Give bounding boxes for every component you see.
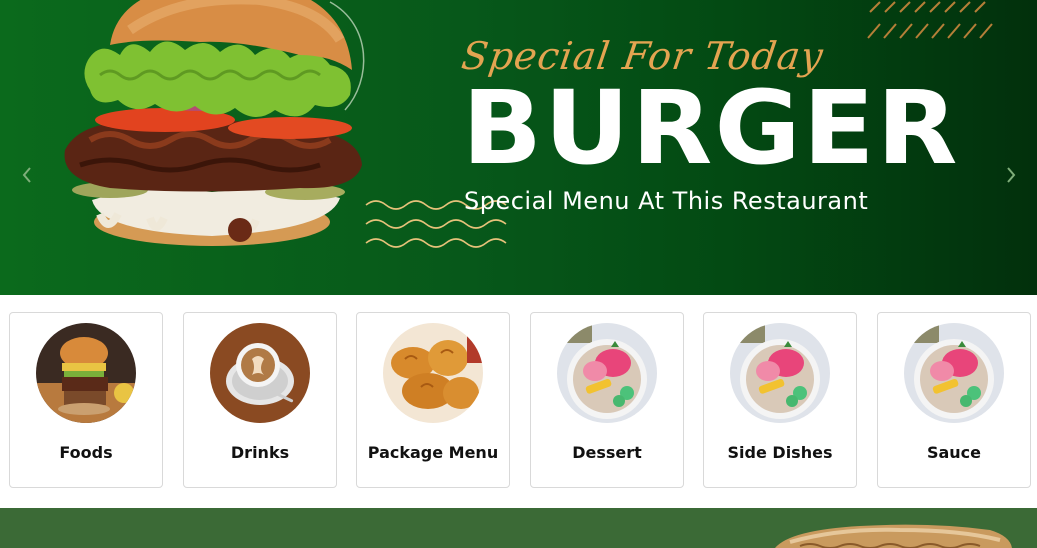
chevron-right-icon (1007, 167, 1016, 183)
hero-subtitle: Special Menu At This Restaurant (464, 187, 869, 215)
decorative-lines (867, 1, 993, 39)
category-label: Drinks (230, 443, 290, 462)
dessert-bowl-photo (904, 323, 1004, 423)
category-card-dessert[interactable]: Dessert (530, 312, 684, 488)
category-label: Foods (59, 443, 113, 462)
carousel-next-button[interactable] (998, 162, 1024, 188)
category-card-sauce[interactable]: Sauce (877, 312, 1031, 488)
category-card-drinks[interactable]: Drinks (183, 312, 337, 488)
carousel-prev-button[interactable] (14, 162, 40, 188)
promo-band (0, 508, 1037, 548)
category-label: Package Menu (367, 443, 499, 462)
coffee-cup-photo (210, 323, 310, 423)
burger-photo (36, 323, 136, 423)
category-card-side-dishes[interactable]: Side Dishes (703, 312, 857, 488)
burger-image (64, 0, 362, 246)
fried-chicken-photo (383, 323, 483, 423)
bread-image (775, 524, 1012, 548)
category-label: Sauce (926, 443, 982, 462)
category-card-package-menu[interactable]: Package Menu (356, 312, 510, 488)
category-card-foods[interactable]: Foods (9, 312, 163, 488)
chevron-left-icon (22, 167, 31, 183)
hero-title: BURGER (462, 69, 960, 188)
hero-banner: Special For Today BURGER Special Menu At… (0, 0, 1037, 295)
category-label: Dessert (572, 443, 642, 462)
dessert-bowl-photo (557, 323, 657, 423)
category-list: Foods Drinks Package Menu Dessert Side D… (0, 295, 1037, 508)
category-label: Side Dishes (727, 443, 833, 462)
dessert-bowl-photo (730, 323, 830, 423)
